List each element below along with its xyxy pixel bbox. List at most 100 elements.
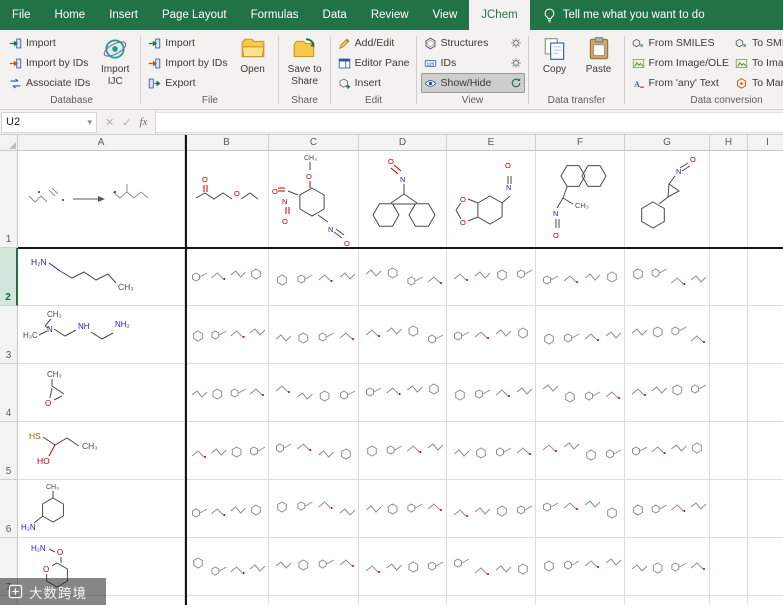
cell-G5[interactable] [625, 422, 710, 480]
paste-button[interactable]: Paste [577, 32, 621, 76]
cell-F8[interactable] [536, 596, 625, 605]
cell-B1[interactable]: OO [185, 151, 269, 248]
cell-A3[interactable]: CH₃ H₃C N NH NH₂ [18, 306, 185, 364]
cell-E3[interactable] [447, 306, 536, 364]
cell-D7[interactable] [359, 538, 447, 596]
cell-H8[interactable] [710, 596, 748, 605]
cell-G2[interactable] [625, 248, 710, 306]
cell-G7[interactable] [625, 538, 710, 596]
row-header-2[interactable]: 2 [0, 248, 18, 306]
cell-D6[interactable] [359, 480, 447, 538]
row-header-1[interactable]: 1 [0, 151, 18, 248]
cell-A2[interactable]: H₂N CH₃ [18, 248, 185, 306]
cell-C3[interactable] [269, 306, 359, 364]
cell-A4[interactable]: CH₃ O [18, 364, 185, 422]
refresh-icon[interactable] [510, 77, 522, 89]
cell-E1[interactable]: O O N O [447, 151, 536, 248]
cell-I3[interactable] [748, 306, 783, 364]
cell-F7[interactable] [536, 538, 625, 596]
to-image-button[interactable]: To Image [732, 53, 783, 73]
gear-icon[interactable] [510, 57, 522, 69]
cell-H4[interactable] [710, 364, 748, 422]
import-by-ids-button[interactable]: Import by IDs [145, 53, 230, 73]
cell-C8[interactable] [269, 596, 359, 605]
to-marvin-ole-button[interactable]: To Marvin OLE [732, 73, 783, 93]
cell-H7[interactable] [710, 538, 748, 596]
import-button[interactable]: Import [6, 33, 93, 53]
formula-input[interactable] [156, 111, 783, 133]
cell-H1[interactable] [710, 151, 748, 248]
cell-I6[interactable] [748, 480, 783, 538]
row-header-5[interactable]: 5 [0, 422, 18, 480]
copy-button[interactable]: Copy [533, 32, 577, 76]
ids-button[interactable]: 123 IDs [421, 53, 525, 73]
associate-ids-button[interactable]: Associate IDs [6, 73, 93, 93]
cell-E7[interactable] [447, 538, 536, 596]
import-ijc-button[interactable]: Import IJC [93, 32, 137, 87]
cell-A5[interactable]: HS CH₃ HO [18, 422, 185, 480]
column-header-a[interactable]: A [18, 135, 185, 151]
column-header-e[interactable]: E [447, 135, 536, 151]
cell-H6[interactable] [710, 480, 748, 538]
ribbon-tab-home[interactable]: Home [43, 0, 98, 30]
cell-H3[interactable] [710, 306, 748, 364]
cell-F1[interactable]: CH₃ N O [536, 151, 625, 248]
cell-I8[interactable] [748, 596, 783, 605]
column-header-g[interactable]: G [625, 135, 710, 151]
cell-C1[interactable]: CH₃ O O N O N O [269, 151, 359, 248]
cell-I2[interactable] [748, 248, 783, 306]
from-any-text-button[interactable]: A From 'any' Text [629, 73, 733, 93]
tell-me-box[interactable]: Tell me what you want to do [530, 0, 717, 30]
cell-I7[interactable] [748, 538, 783, 596]
name-box[interactable]: U2 ▾ [1, 111, 97, 133]
import-button[interactable]: Import [145, 33, 230, 53]
cell-F4[interactable] [536, 364, 625, 422]
cell-F2[interactable] [536, 248, 625, 306]
from-image-ole-button[interactable]: From Image/OLE [629, 53, 733, 73]
cell-E8[interactable] [447, 596, 536, 605]
cell-E4[interactable] [447, 364, 536, 422]
ribbon-tab-data[interactable]: Data [311, 0, 359, 30]
cell-A1[interactable] [18, 151, 185, 248]
row-header-4[interactable]: 4 [0, 364, 18, 422]
editor-pane-button[interactable]: Editor Pane [335, 53, 413, 73]
column-header-b[interactable]: B [185, 135, 269, 151]
cell-B3[interactable] [185, 306, 269, 364]
ribbon-tab-page-layout[interactable]: Page Layout [150, 0, 239, 30]
cell-C6[interactable] [269, 480, 359, 538]
export-button[interactable]: Export [145, 73, 230, 93]
cell-G1[interactable]: NO [625, 151, 710, 248]
name-box-dropdown-icon[interactable]: ▾ [87, 117, 92, 128]
cell-B8[interactable] [185, 596, 269, 605]
cell-B4[interactable] [185, 364, 269, 422]
cell-C2[interactable] [269, 248, 359, 306]
column-header-i[interactable]: I [748, 135, 783, 151]
column-header-d[interactable]: D [359, 135, 447, 151]
select-all-corner[interactable] [0, 135, 18, 151]
import-by-ids-button[interactable]: Import by IDs [6, 53, 93, 73]
cell-C7[interactable] [269, 538, 359, 596]
cell-E6[interactable] [447, 480, 536, 538]
cell-I1[interactable] [748, 151, 783, 248]
cell-G4[interactable] [625, 364, 710, 422]
cancel-button[interactable]: ✕ [105, 116, 114, 129]
cell-D3[interactable] [359, 306, 447, 364]
row-header-6[interactable]: 6 [0, 480, 18, 538]
cell-D8[interactable] [359, 596, 447, 605]
cell-A6[interactable]: CH₃ H₂N [18, 480, 185, 538]
ribbon-tab-view[interactable]: View [421, 0, 470, 30]
cell-I4[interactable] [748, 364, 783, 422]
ribbon-tab-formulas[interactable]: Formulas [239, 0, 311, 30]
cell-B6[interactable] [185, 480, 269, 538]
ribbon-tab-insert[interactable]: Insert [97, 0, 150, 30]
insert-function-button[interactable]: fx [139, 116, 147, 128]
column-header-h[interactable]: H [710, 135, 748, 151]
cell-B7[interactable] [185, 538, 269, 596]
cell-H2[interactable] [710, 248, 748, 306]
column-header-c[interactable]: C [269, 135, 359, 151]
cell-H5[interactable] [710, 422, 748, 480]
cell-E2[interactable] [447, 248, 536, 306]
from-smiles-button[interactable]: s From SMILES [629, 33, 733, 53]
enter-button[interactable]: ✓ [122, 116, 131, 129]
cell-B5[interactable] [185, 422, 269, 480]
